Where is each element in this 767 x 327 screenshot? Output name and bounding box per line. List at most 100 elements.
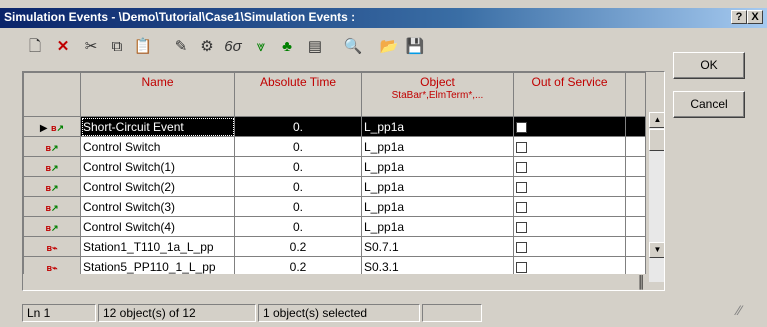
event-time[interactable]: 0.: [234, 116, 362, 137]
filler-cell: [625, 136, 646, 157]
event-object[interactable]: L_pp1a: [361, 176, 514, 197]
event-time[interactable]: 0.: [234, 176, 362, 197]
filler-cell: [625, 176, 646, 197]
event-time[interactable]: 0.: [234, 196, 362, 217]
scroll-up-icon[interactable]: ▲: [649, 112, 664, 128]
cut-icon[interactable]: ✂: [80, 36, 102, 58]
table-row[interactable]: ʙ↗ Control Switch(3) 0. L_pp1a: [23, 196, 646, 217]
vertical-scrollbar[interactable]: ▲ ▼: [649, 112, 664, 282]
column-header-object-filter: StaBar*,ElmTerm*,...: [391, 90, 484, 101]
close-button[interactable]: X: [747, 10, 763, 24]
table-row[interactable]: ▶ ʙ↗ Short-Circuit Event 0. L_pp1a: [23, 116, 646, 137]
title-bar: Simulation Events - \Demo\Tutorial\Case1…: [0, 8, 767, 28]
row-indicator[interactable]: ʙ↗: [23, 156, 81, 177]
row-indicator[interactable]: ʙ↗: [23, 216, 81, 237]
events-table: Name Absolute Time Object StaBar*,ElmTer…: [22, 71, 665, 291]
filter-icon[interactable]: ⩔: [250, 36, 272, 58]
table-row[interactable]: ʙ↗ Control Switch(2) 0. L_pp1a: [23, 176, 646, 197]
row-indicator[interactable]: ʙ↗: [23, 176, 81, 197]
open-folder-icon[interactable]: 📂: [378, 36, 400, 58]
out-of-service-checkbox[interactable]: [516, 161, 527, 173]
delete-icon[interactable]: ✕: [52, 36, 74, 58]
switch-event-icon: ʙ↗: [45, 162, 59, 173]
out-of-service-checkbox[interactable]: [516, 141, 527, 153]
out-of-service-cell: [513, 116, 626, 137]
out-of-service-cell: [513, 176, 626, 197]
status-extra: [422, 304, 482, 322]
out-of-service-checkbox[interactable]: [516, 201, 527, 213]
breaker-event-icon: ʙ⌁: [46, 262, 58, 273]
status-object-count: 12 object(s) of 12: [98, 304, 256, 322]
scroll-down-icon[interactable]: ▼: [649, 242, 664, 258]
events-grid: Name Absolute Time Object StaBar*,ElmTer…: [23, 72, 646, 277]
horizontal-scrollbar-area: [23, 274, 649, 290]
event-name[interactable]: Control Switch(1): [80, 156, 235, 177]
event-name[interactable]: Station1_T110_1a_L_pp: [80, 236, 235, 257]
out-of-service-checkbox[interactable]: [516, 221, 527, 233]
short-circuit-event-icon: ʙ↗: [50, 122, 65, 133]
row-indicator[interactable]: ▶ ʙ↗: [23, 116, 81, 137]
event-time[interactable]: 0.: [234, 156, 362, 177]
table-row[interactable]: ʙ↗ Control Switch(1) 0. L_pp1a: [23, 156, 646, 177]
out-of-service-checkbox[interactable]: [516, 181, 527, 193]
column-splitter-icon[interactable]: ║: [637, 274, 647, 290]
event-object[interactable]: L_pp1a: [361, 136, 514, 157]
status-line: Ln 1: [22, 304, 96, 322]
filler-cell: [625, 216, 646, 237]
out-of-service-checkbox[interactable]: [516, 241, 527, 253]
out-of-service-cell: [513, 156, 626, 177]
scroll-thumb[interactable]: [649, 129, 664, 151]
tree-icon[interactable]: ♣: [276, 36, 298, 58]
out-of-service-checkbox[interactable]: [516, 121, 527, 133]
filler-cell: [625, 116, 646, 137]
row-header-corner: [23, 72, 81, 117]
event-name[interactable]: Control Switch(3): [80, 196, 235, 217]
event-name[interactable]: Control Switch(4): [80, 216, 235, 237]
event-name[interactable]: Short-Circuit Event: [80, 116, 235, 137]
edit-icon[interactable]: ✎: [170, 36, 192, 58]
column-header-absolute-time[interactable]: Absolute Time: [234, 72, 362, 117]
out-of-service-checkbox[interactable]: [516, 261, 527, 273]
cancel-button[interactable]: Cancel: [673, 91, 745, 118]
event-name[interactable]: Control Switch(2): [80, 176, 235, 197]
column-header-object[interactable]: Object StaBar*,ElmTerm*,...: [361, 72, 514, 117]
compare-icon[interactable]: ⚙: [196, 36, 218, 58]
find-icon[interactable]: 🔍: [342, 36, 364, 58]
event-time[interactable]: 0.2: [234, 236, 362, 257]
resize-grip-icon[interactable]: ⁄⁄: [737, 302, 759, 322]
event-object[interactable]: L_pp1a: [361, 216, 514, 237]
simulation-events-dialog: Simulation Events - \Demo\Tutorial\Case1…: [0, 0, 767, 327]
detail-icon[interactable]: ▤: [304, 36, 326, 58]
table-row[interactable]: ʙ⌁ Station1_T110_1a_L_pp 0.2 S0.7.1: [23, 236, 646, 257]
event-time[interactable]: 0.: [234, 216, 362, 237]
event-object[interactable]: S0.7.1: [361, 236, 514, 257]
row-indicator[interactable]: ʙ↗: [23, 136, 81, 157]
out-of-service-cell: [513, 136, 626, 157]
event-object[interactable]: L_pp1a: [361, 196, 514, 217]
save-icon[interactable]: 💾: [404, 36, 426, 58]
filler-cell: [625, 236, 646, 257]
paste-icon[interactable]: 📋: [132, 36, 154, 58]
switch-event-icon: ʙ↗: [45, 222, 59, 233]
breaker-event-icon: ʙ⌁: [46, 242, 58, 253]
copy-icon[interactable]: ⧉: [106, 36, 128, 58]
table-row[interactable]: ʙ↗ Control Switch(4) 0. L_pp1a: [23, 216, 646, 237]
event-object[interactable]: L_pp1a: [361, 156, 514, 177]
filler-cell: [625, 156, 646, 177]
filler-cell: [625, 196, 646, 217]
script-icon[interactable]: 6σ: [222, 36, 244, 58]
event-name[interactable]: Control Switch: [80, 136, 235, 157]
column-header-out-of-service[interactable]: Out of Service: [513, 72, 626, 117]
event-time[interactable]: 0.: [234, 136, 362, 157]
row-indicator[interactable]: ʙ↗: [23, 196, 81, 217]
row-indicator[interactable]: ʙ⌁: [23, 236, 81, 257]
help-button[interactable]: ?: [731, 10, 747, 24]
column-header-object-label: Object: [420, 75, 455, 89]
column-header-name[interactable]: Name: [80, 72, 235, 117]
new-object-icon[interactable]: 🗋: [24, 36, 46, 58]
event-object[interactable]: L_pp1a: [361, 116, 514, 137]
ok-button[interactable]: OK: [673, 52, 745, 79]
table-row[interactable]: ʙ↗ Control Switch 0. L_pp1a: [23, 136, 646, 157]
status-selection: 1 object(s) selected: [258, 304, 420, 322]
out-of-service-cell: [513, 196, 626, 217]
